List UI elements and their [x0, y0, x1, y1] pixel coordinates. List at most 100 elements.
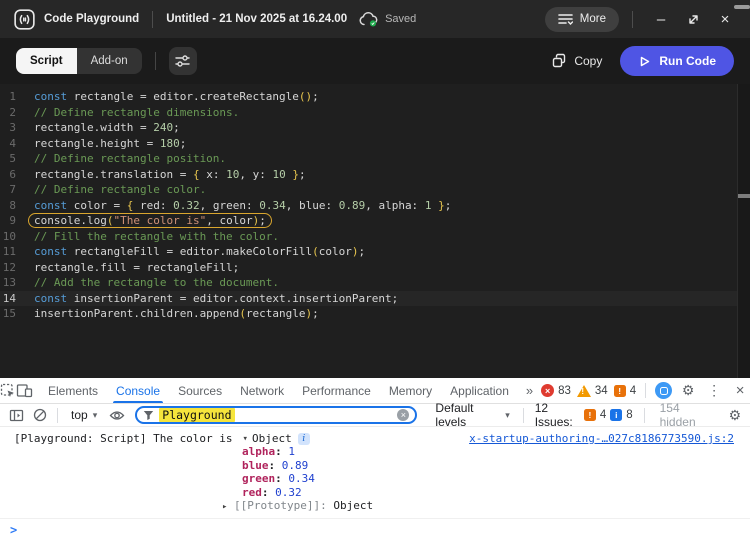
code-line[interactable]: 8const color = { red: 0.32, green: 0.34,… [0, 198, 750, 214]
line-content: const color = { red: 0.32, green: 0.34, … [34, 198, 451, 214]
code-line[interactable]: 1const rectangle = editor.createRectangl… [0, 89, 750, 105]
line-number: 13 [0, 275, 34, 291]
line-content: insertionParent.children.append(rectangl… [34, 306, 319, 322]
editor-settings-button[interactable] [169, 47, 197, 75]
object-property-row[interactable]: blue: 0.89 [242, 459, 736, 473]
warning-count-badge[interactable]: 34 [577, 385, 608, 397]
code-line[interactable]: 10// Fill the rectangle with the color. [0, 229, 750, 245]
issues-count: 4 [630, 385, 636, 397]
code-line[interactable]: 5// Define rectangle position. [0, 151, 750, 167]
console-message: [Playground: Script] The color is ▾ Obje… [0, 427, 750, 515]
code-line[interactable]: 7// Define rectangle color. [0, 182, 750, 198]
cloud-saved-icon [359, 12, 378, 27]
line-content: // Add the rectangle to the document. [34, 275, 279, 291]
code-editor[interactable]: 1const rectangle = editor.createRectangl… [0, 84, 750, 378]
line-number: 11 [0, 244, 34, 260]
device-toolbar-button[interactable] [16, 378, 33, 403]
console-toolbar-divider [57, 408, 58, 423]
devtools-tab-application[interactable]: Application [441, 378, 518, 403]
source-file-link[interactable]: x-startup-authoring-…027c8186773590.js:2 [469, 432, 734, 445]
execution-context-selector[interactable]: top ▾ [65, 408, 103, 422]
editor-scrollbar[interactable] [737, 84, 750, 378]
console-filter-input[interactable]: Playground × [135, 406, 417, 424]
code-line[interactable]: 9console.log("The color is", color); [0, 213, 750, 229]
tab-script[interactable]: Script [16, 48, 77, 74]
more-button[interactable]: More [545, 7, 619, 32]
minimize-button[interactable]: – [650, 8, 672, 30]
object-expand-toggle[interactable]: ▾ [243, 434, 248, 444]
devtools-panel: ElementsConsoleSourcesNetworkPerformance… [0, 378, 750, 541]
filter-funnel-icon [143, 410, 154, 421]
prototype-row[interactable]: ▸ [[Prototype]]: Object [222, 499, 736, 513]
devtools-tab-memory[interactable]: Memory [380, 378, 441, 403]
devtools-kebab-menu[interactable]: ⋮ [704, 382, 724, 399]
devtools-tab-performance[interactable]: Performance [293, 378, 380, 403]
eye-icon [109, 410, 125, 421]
code-line[interactable]: 12rectangle.fill = rectangleFill; [0, 260, 750, 276]
code-line[interactable]: 14const insertionParent = editor.context… [0, 291, 750, 307]
devtools-tab-console[interactable]: Console [107, 378, 169, 403]
code-line[interactable]: 13// Add the rectangle to the document. [0, 275, 750, 291]
line-number: 6 [0, 167, 34, 183]
object-property-row[interactable]: red: 0.32 [242, 486, 736, 500]
line-content: // Fill the rectangle with the color. [34, 229, 279, 245]
title-bar: Code Playground Untitled - 21 Nov 2025 a… [0, 0, 750, 38]
app-name: Code Playground [44, 13, 139, 25]
editor-scrollbar-thumb[interactable] [738, 194, 750, 198]
object-label[interactable]: Object [252, 432, 292, 445]
prototype-value: Object [333, 499, 373, 512]
tabbar-divider-2 [645, 383, 646, 398]
issues-count-badge[interactable]: ! 4 [614, 385, 636, 397]
more-tabs-button[interactable]: » [518, 378, 541, 403]
devtools-tabs: ElementsConsoleSourcesNetworkPerformance… [39, 378, 518, 403]
log-levels-selector[interactable]: Default levels ▾ [429, 401, 515, 429]
code-line[interactable]: 11const rectangleFill = editor.makeColor… [0, 244, 750, 260]
code-line[interactable]: 6rectangle.translation = { x: 10, y: 10 … [0, 167, 750, 183]
code-line[interactable]: 15insertionParent.children.append(rectan… [0, 306, 750, 322]
error-icon: × [541, 384, 554, 397]
devtools-extension-icon[interactable] [655, 382, 672, 399]
issues-summary[interactable]: 12 Issues: !4i8 [531, 401, 637, 429]
code-line[interactable]: 4rectangle.height = 180; [0, 136, 750, 152]
levels-label: Default levels [435, 401, 500, 429]
devtools-close-button[interactable]: × [730, 382, 750, 399]
issue-icon: ! [614, 385, 626, 397]
devtools-tab-elements[interactable]: Elements [39, 378, 107, 403]
devtools-tab-sources[interactable]: Sources [169, 378, 231, 403]
menu-icon [558, 13, 573, 26]
clear-console-button[interactable] [30, 408, 50, 422]
close-window-button[interactable]: × [714, 8, 736, 30]
devtools-settings-button[interactable]: ⚙ [678, 382, 698, 399]
filter-value: Playground [159, 408, 234, 422]
highlighted-statement: console.log("The color is", color); [28, 213, 272, 228]
line-number: 4 [0, 136, 34, 152]
copy-button[interactable]: Copy [551, 53, 602, 69]
error-count-badge[interactable]: × 83 [541, 384, 571, 397]
code-line[interactable]: 3rectangle.width = 240; [0, 120, 750, 136]
console-settings-button[interactable]: ⚙ [726, 407, 744, 424]
mode-tabs: ScriptAdd-on [16, 48, 142, 74]
run-code-button[interactable]: Run Code [620, 46, 734, 76]
chevron-down-icon: ▾ [93, 410, 98, 421]
device-toolbar-icon [16, 383, 33, 398]
document-title: Untitled - 21 Nov 2025 at 16.24.00 [166, 13, 347, 25]
info-icon[interactable]: i [298, 433, 310, 445]
console-toolbar-divider-2 [523, 408, 524, 423]
object-property-row[interactable]: alpha: 1 [242, 445, 736, 459]
line-content: // Define rectangle color. [34, 182, 206, 198]
line-number: 7 [0, 182, 34, 198]
object-property-row[interactable]: green: 0.34 [242, 472, 736, 486]
line-content: rectangle.width = 240; [34, 120, 180, 136]
tab-add-on[interactable]: Add-on [77, 48, 142, 74]
console-prompt[interactable]: > [0, 519, 750, 537]
scrollbar-thumb-top[interactable] [734, 5, 750, 9]
expand-button[interactable] [682, 8, 704, 30]
live-expression-button[interactable] [107, 410, 127, 421]
devtools-tab-network[interactable]: Network [231, 378, 293, 403]
console-sidebar-toggle[interactable] [6, 409, 26, 422]
line-content: // Define rectangle position. [34, 151, 226, 167]
code-line[interactable]: 2// Define rectangle dimensions. [0, 105, 750, 121]
filter-clear-button[interactable]: × [397, 409, 409, 421]
line-number: 14 [0, 291, 34, 307]
inspect-element-button[interactable] [0, 378, 16, 403]
